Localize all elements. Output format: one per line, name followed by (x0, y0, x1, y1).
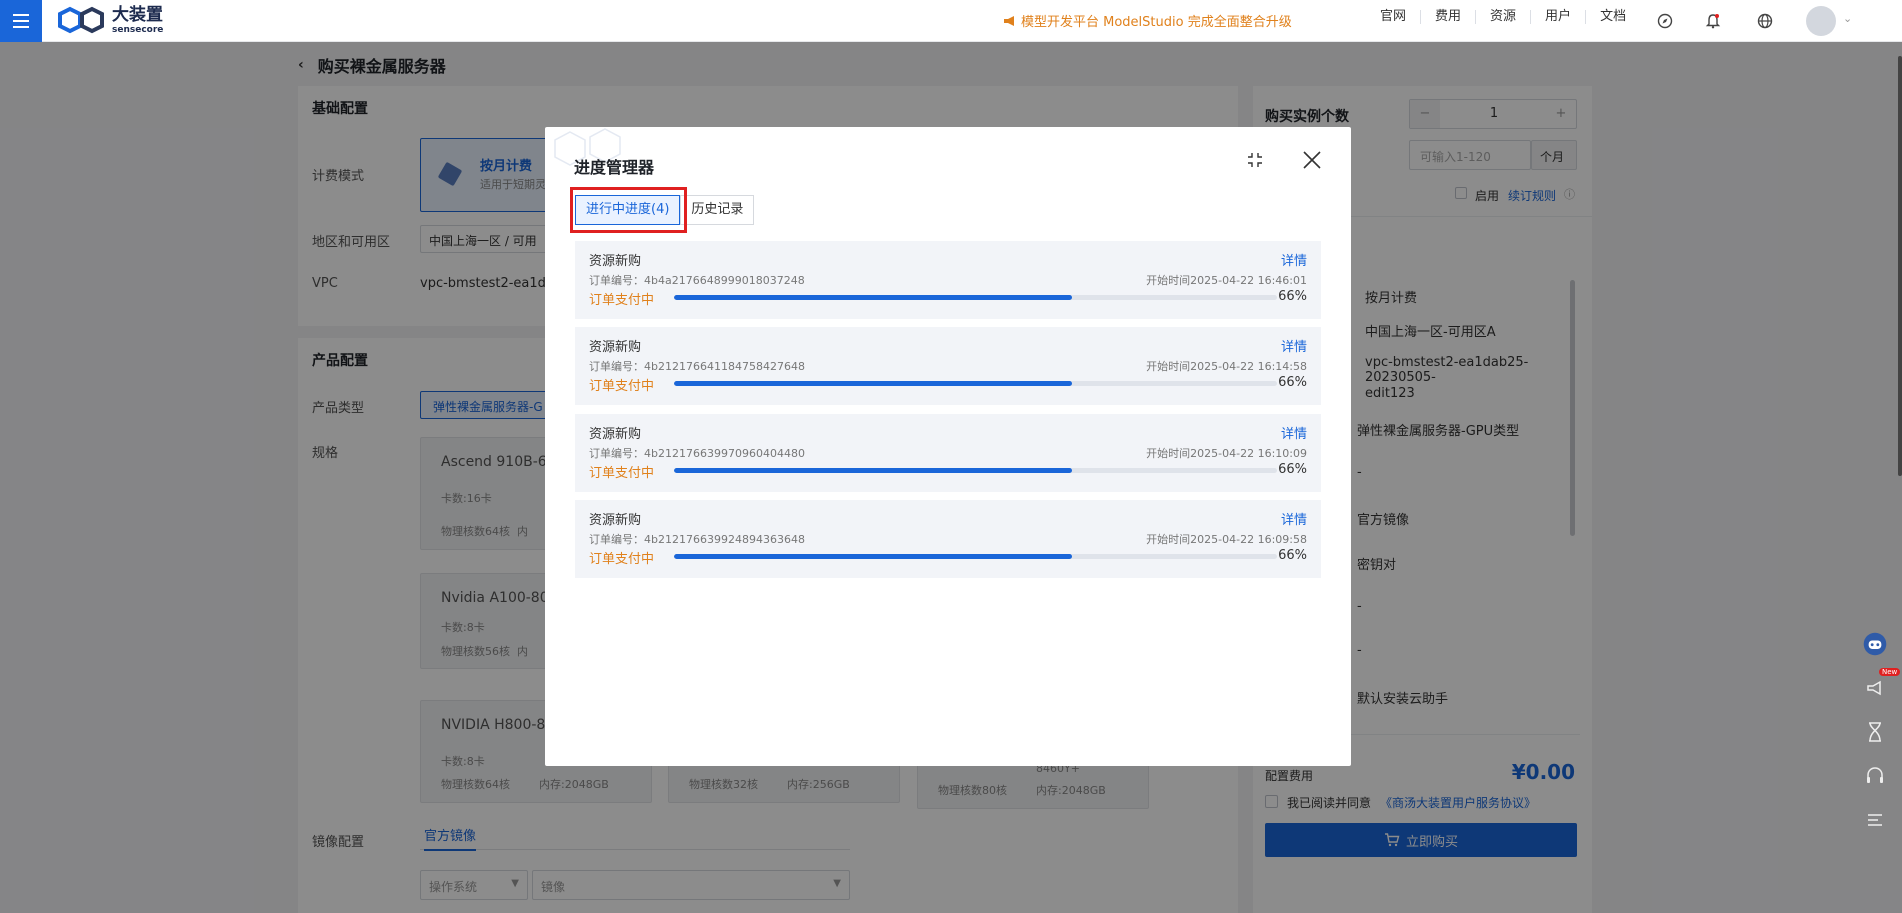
task-order-number: 订单编号：4b212176639970960404480 (589, 447, 805, 460)
modal-title: 进度管理器 (574, 158, 655, 177)
megaphone-icon (1004, 15, 1014, 26)
globe-icon[interactable] (1755, 11, 1775, 31)
nav-resources[interactable]: 资源 (1475, 10, 1530, 24)
progress-task-item: 资源新购 详情 订单编号：4b4a2176648999018037248 开始时… (575, 241, 1321, 319)
list-menu-icon[interactable] (1863, 808, 1887, 832)
task-start-time: 开始时间2025-04-22 16:14:58 (1146, 360, 1307, 373)
compass-icon[interactable] (1655, 11, 1675, 31)
task-progress-fill (674, 554, 1072, 559)
task-progress-bar (674, 381, 1277, 386)
logo[interactable]: 大装置 sensecore (58, 4, 163, 38)
avatar[interactable] (1806, 6, 1836, 36)
task-progress-bar (674, 468, 1277, 473)
task-progress-fill (674, 295, 1072, 300)
announcement-text: 模型开发平台 ModelStudio 完成全面整合升级 (1021, 15, 1292, 30)
progress-task-item: 资源新购 详情 订单编号：4b212176641184758427648 开始时… (575, 327, 1321, 405)
task-title: 资源新购 (589, 340, 642, 355)
announcement-icon[interactable]: New (1863, 668, 1901, 700)
task-status: 订单支付中 (589, 379, 655, 394)
task-detail-link[interactable]: 详情 (1281, 336, 1307, 355)
side-tools: New (1856, 632, 1901, 832)
top-nav: 官网 费用 资源 用户 文档 (1366, 10, 1640, 24)
minimize-icon[interactable] (1247, 152, 1263, 172)
logo-name-en: sensecore (112, 25, 164, 35)
bell-icon[interactable] (1703, 11, 1723, 31)
task-detail-link[interactable]: 详情 (1281, 423, 1307, 442)
progress-task-item: 资源新购 详情 订单编号：4b212176639924894363648 开始时… (575, 500, 1321, 578)
progress-task-item: 资源新购 详情 订单编号：4b212176639970960404480 开始时… (575, 414, 1321, 492)
task-progress-fill (674, 468, 1072, 473)
task-progress-bar (674, 295, 1277, 300)
task-start-time: 开始时间2025-04-22 16:10:09 (1146, 447, 1307, 460)
task-progress-label: 66% (1278, 462, 1307, 477)
headset-icon[interactable] (1863, 764, 1887, 788)
task-progress-bar (674, 554, 1277, 559)
task-order-number: 订单编号：4b4a2176648999018037248 (589, 274, 805, 287)
tab-history[interactable]: 历史记录 (680, 195, 755, 225)
task-order-number: 订单编号：4b212176639924894363648 (589, 533, 805, 546)
logo-name-cn: 大装置 (112, 5, 163, 25)
hourglass-icon[interactable] (1863, 720, 1887, 744)
task-order-number: 订单编号：4b212176641184758427648 (589, 360, 805, 373)
task-detail-link[interactable]: 详情 (1281, 509, 1307, 528)
task-title: 资源新购 (589, 427, 642, 442)
task-start-time: 开始时间2025-04-22 16:46:01 (1146, 274, 1307, 287)
menu-icon[interactable] (0, 0, 42, 42)
close-icon[interactable] (1303, 151, 1321, 173)
task-progress-label: 66% (1278, 289, 1307, 304)
task-detail-link[interactable]: 详情 (1281, 250, 1307, 269)
chevron-down-icon[interactable]: ⌄ (1843, 12, 1852, 25)
task-title: 资源新购 (589, 513, 642, 528)
nav-official-site[interactable]: 官网 (1366, 10, 1420, 24)
progress-manager-modal: 进度管理器 进行中进度(4) 历史记录 资源新购 详情 订单编号：4b4a217… (545, 127, 1351, 766)
nav-docs[interactable]: 文档 (1585, 10, 1640, 24)
task-status: 订单支付中 (589, 293, 655, 308)
task-status: 订单支付中 (589, 552, 655, 567)
announcement-banner[interactable]: 模型开发平台 ModelStudio 完成全面整合升级 (1003, 11, 1292, 30)
top-bar: 大装置 sensecore 模型开发平台 ModelStudio 完成全面整合升… (0, 0, 1902, 42)
task-start-time: 开始时间2025-04-22 16:09:58 (1146, 533, 1307, 546)
new-badge: New (1879, 668, 1901, 676)
task-progress-label: 66% (1278, 548, 1307, 563)
task-status: 订单支付中 (589, 466, 655, 481)
task-progress-fill (674, 381, 1072, 386)
nav-billing[interactable]: 费用 (1420, 10, 1475, 24)
task-progress-label: 66% (1278, 375, 1307, 390)
highlight-box (570, 187, 687, 233)
nav-users[interactable]: 用户 (1530, 10, 1585, 24)
sensecore-logo-icon (58, 6, 104, 34)
assistant-robot-icon[interactable] (1863, 632, 1887, 656)
task-title: 资源新购 (589, 254, 642, 269)
